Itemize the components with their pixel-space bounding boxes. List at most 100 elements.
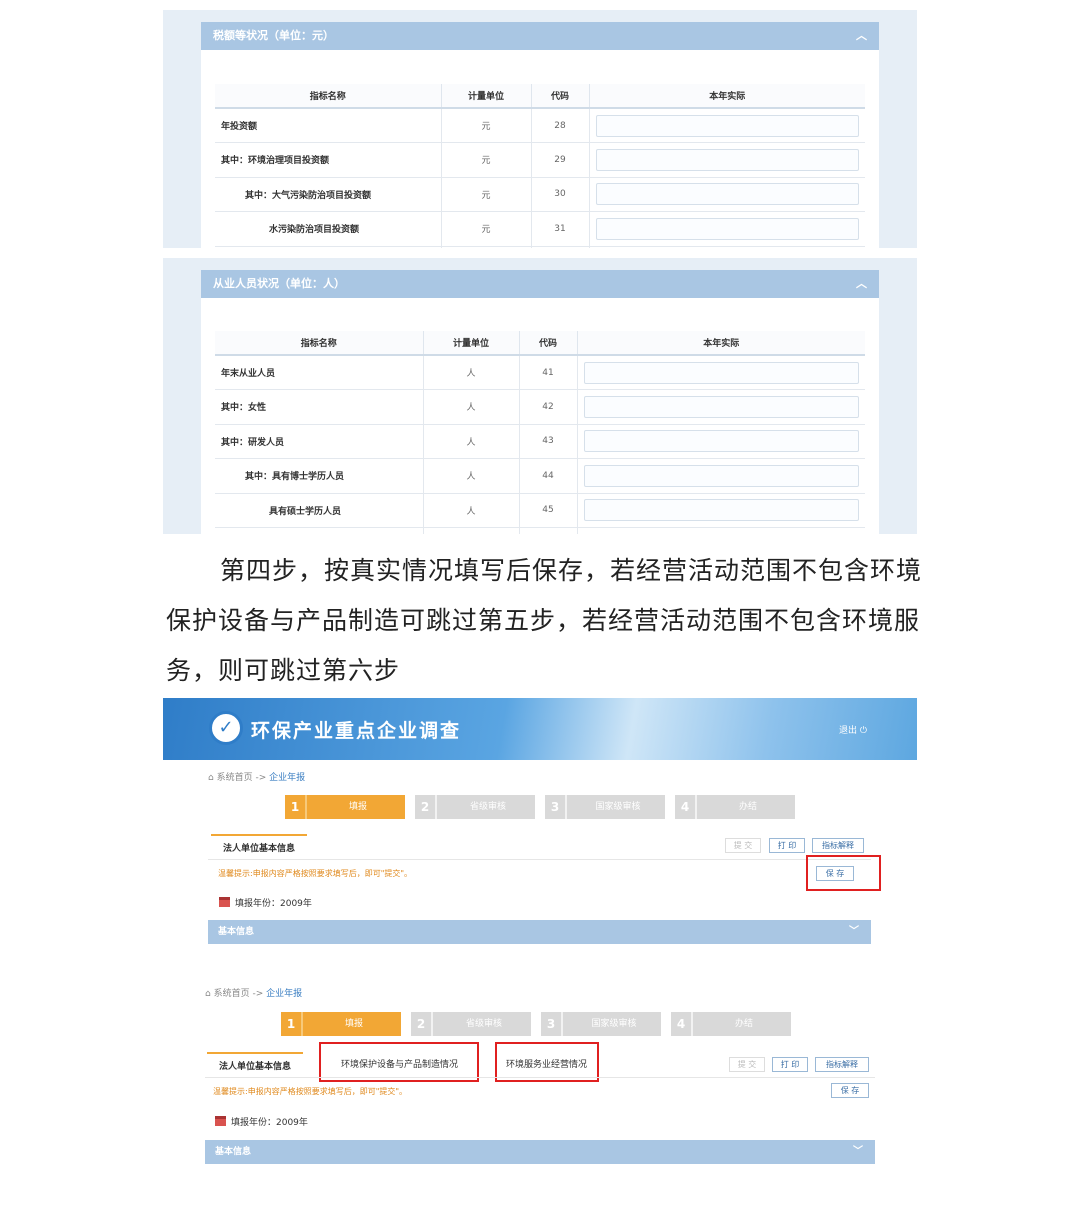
row-name: 年投资额 bbox=[215, 108, 442, 143]
tab-basic-info[interactable]: 法人单位基本信息 bbox=[211, 834, 308, 860]
submit-button[interactable]: 提 交 bbox=[729, 1057, 765, 1072]
table-row: 其中：环境治理项目投资额 元 29 bbox=[215, 142, 865, 178]
col-header: 代码 bbox=[531, 84, 590, 109]
value-input[interactable] bbox=[583, 464, 859, 487]
row-name: 具有硕士学历人员 bbox=[215, 493, 424, 528]
row-name: 水污染防治项目投资额 bbox=[215, 211, 442, 247]
row-name: 其中：大气污染防治项目投资额 bbox=[215, 177, 442, 212]
table-header-row: 指标名称 计量单位 代码 本年实际 bbox=[215, 84, 865, 109]
row-unit: 元 bbox=[441, 108, 532, 143]
value-input[interactable] bbox=[583, 395, 859, 418]
app-screen-1: ✓ 环保产业重点企业调查 退出 ⏻ ⌂ 系统首页 -> 企业年报 1 填报 2 省级… bbox=[163, 698, 917, 966]
breadcrumb-current[interactable]: 企业年报 bbox=[269, 773, 305, 783]
value-input[interactable] bbox=[583, 499, 859, 522]
row-value-cell bbox=[589, 246, 865, 248]
instruction-text: 第四步，按真实情况填写后保存，若经营活动范围不包含环境保护设备与产品制造可跳过第… bbox=[166, 556, 923, 685]
step-fill[interactable]: 1 填报 bbox=[285, 795, 405, 819]
step-complete[interactable]: 4 办结 bbox=[675, 795, 795, 819]
step-fill[interactable]: 1 填报 bbox=[281, 1012, 401, 1036]
app-title: 环保产业重点企业调查 bbox=[251, 720, 462, 742]
table-row bbox=[215, 527, 865, 534]
table-row: 其中：具有博士学历人员 人 44 bbox=[215, 458, 865, 494]
report-year: 填报年份：2009年 bbox=[215, 1115, 308, 1128]
row-code: 29 bbox=[531, 142, 590, 178]
row-unit: 人 bbox=[423, 493, 520, 528]
row-value-cell bbox=[589, 142, 865, 178]
row-code: 31 bbox=[531, 211, 590, 247]
section-title: 从业人员状况（单位：人） bbox=[213, 277, 345, 290]
basic-info-bar[interactable]: 基本信息 ﹀ bbox=[208, 920, 871, 944]
row-name: 其中：女性 bbox=[215, 389, 424, 425]
section-bar-employees[interactable]: 从业人员状况（单位：人） ︿ bbox=[201, 270, 879, 298]
print-button[interactable]: 打 印 bbox=[769, 838, 805, 853]
row-code: 30 bbox=[531, 177, 590, 212]
print-button[interactable]: 打 印 bbox=[772, 1057, 808, 1072]
app-banner: ✓ 环保产业重点企业调查 退出 ⏻ bbox=[163, 698, 917, 760]
panel-investment-body: 税额等状况（单位：元） ︿ 指标名称 计量单位 代码 本年实际 年投资额 元 2… bbox=[201, 22, 879, 248]
table-row bbox=[215, 246, 865, 248]
chevron-up-icon[interactable]: ︿ bbox=[856, 22, 867, 50]
power-icon: ⏻ bbox=[859, 726, 867, 736]
tab-basic-info[interactable]: 法人单位基本信息 bbox=[207, 1052, 304, 1078]
row-unit: 元 bbox=[441, 177, 532, 212]
logout-link[interactable]: 退出 ⏻ bbox=[839, 723, 867, 736]
row-code: 44 bbox=[519, 458, 578, 494]
explain-button[interactable]: 指标解释 bbox=[812, 838, 864, 853]
row-value-cell bbox=[577, 493, 865, 528]
row-value-cell bbox=[577, 527, 865, 534]
breadcrumb-current[interactable]: 企业年报 bbox=[266, 989, 302, 999]
breadcrumb-home[interactable]: 系统首页 bbox=[217, 773, 253, 783]
row-name: 其中：研发人员 bbox=[215, 424, 424, 459]
chevron-up-icon[interactable]: ︿ bbox=[856, 270, 867, 298]
value-input[interactable] bbox=[595, 183, 859, 206]
report-year: 填报年份：2009年 bbox=[219, 896, 312, 909]
col-header: 计量单位 bbox=[423, 331, 520, 356]
step-national-review[interactable]: 3 国家级审核 bbox=[541, 1012, 661, 1036]
col-header: 代码 bbox=[519, 331, 578, 356]
row-value-cell bbox=[589, 177, 865, 212]
col-header: 本年实际 bbox=[589, 84, 865, 109]
chevron-down-icon[interactable]: ﹀ bbox=[849, 920, 859, 944]
home-icon: ⌂ bbox=[208, 773, 214, 783]
row-value-cell bbox=[577, 424, 865, 459]
value-input[interactable] bbox=[595, 217, 859, 240]
row-code: 41 bbox=[519, 355, 578, 390]
breadcrumb-home[interactable]: 系统首页 bbox=[214, 989, 250, 999]
step-provincial-review[interactable]: 2 省级审核 bbox=[411, 1012, 531, 1036]
step-complete[interactable]: 4 办结 bbox=[671, 1012, 791, 1036]
row-value-cell bbox=[577, 389, 865, 425]
col-header: 指标名称 bbox=[215, 331, 424, 356]
table-row: 其中：大气污染防治项目投资额 元 30 bbox=[215, 177, 865, 212]
row-name: 其中：环境治理项目投资额 bbox=[215, 142, 442, 178]
value-input[interactable] bbox=[595, 114, 859, 137]
save-button[interactable]: 保 存 bbox=[831, 1083, 869, 1098]
row-unit: 人 bbox=[423, 389, 520, 425]
row-code: 28 bbox=[531, 108, 590, 143]
value-input[interactable] bbox=[583, 430, 859, 453]
highlight-env-manufacturing-box bbox=[319, 1042, 479, 1082]
table-row: 水污染防治项目投资额 元 31 bbox=[215, 211, 865, 247]
employees-table: 指标名称 计量单位 代码 本年实际 年末从业人员 人 41 其中：女性 人 42 bbox=[215, 331, 865, 534]
basic-info-bar[interactable]: 基本信息 ﹀ bbox=[205, 1140, 875, 1164]
calendar-icon bbox=[215, 1116, 226, 1126]
value-input[interactable] bbox=[583, 361, 859, 384]
table-header-row: 指标名称 计量单位 代码 本年实际 bbox=[215, 331, 865, 356]
table-row: 其中：研发人员 人 43 bbox=[215, 424, 865, 459]
row-value-cell bbox=[577, 355, 865, 390]
col-header: 本年实际 bbox=[577, 331, 865, 356]
panel-investment: 税额等状况（单位：元） ︿ 指标名称 计量单位 代码 本年实际 年投资额 元 2… bbox=[163, 10, 917, 248]
value-input[interactable] bbox=[595, 148, 859, 171]
explain-button[interactable]: 指标解释 bbox=[815, 1057, 869, 1072]
step-national-review[interactable]: 3 国家级审核 bbox=[545, 795, 665, 819]
highlight-save-box bbox=[806, 855, 881, 891]
submit-button[interactable]: 提 交 bbox=[725, 838, 761, 853]
home-icon: ⌂ bbox=[205, 989, 211, 999]
step-provincial-review[interactable]: 2 省级审核 bbox=[415, 795, 535, 819]
table-row: 年投资额 元 28 bbox=[215, 108, 865, 143]
section-title: 税额等状况（单位：元） bbox=[213, 29, 334, 42]
table-row: 具有硕士学历人员 人 45 bbox=[215, 493, 865, 528]
highlight-env-service-box bbox=[495, 1042, 599, 1082]
app-screen-2: ⌂ 系统首页 -> 企业年报 1 填报 2 省级审核 3 国家级审核 4 办结 法人单位… bbox=[163, 980, 917, 1194]
chevron-down-icon[interactable]: ﹀ bbox=[853, 1140, 863, 1164]
section-bar-investment[interactable]: 税额等状况（单位：元） ︿ bbox=[201, 22, 879, 50]
